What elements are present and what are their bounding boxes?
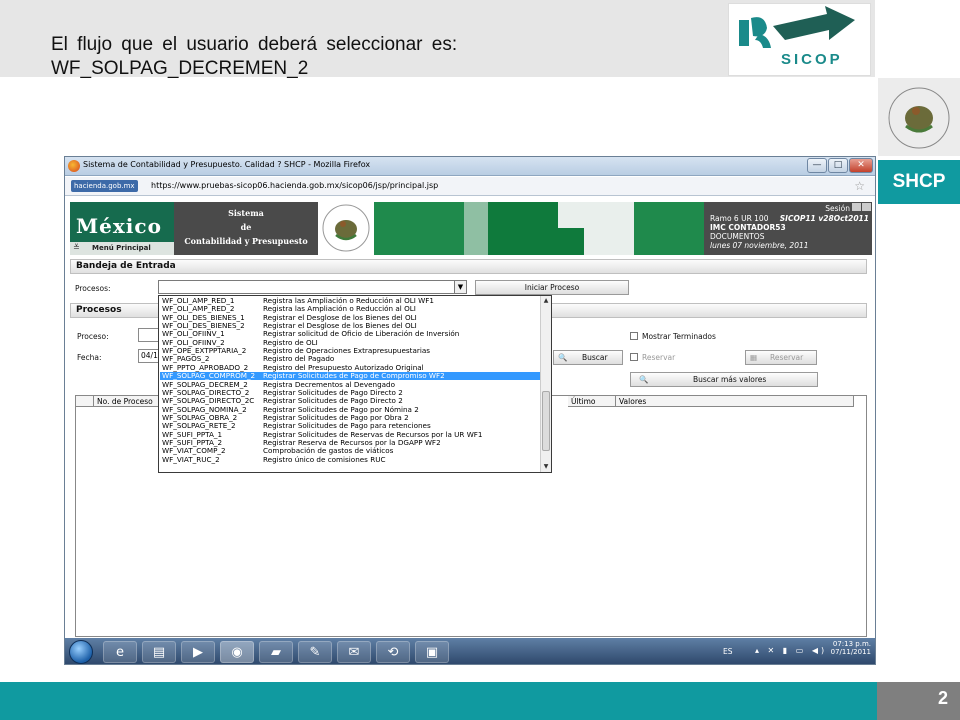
slide-title: El flujo que el usuario deberá seleccion… xyxy=(51,33,457,81)
site-identity-badge[interactable]: hacienda.gob.mx xyxy=(71,180,138,192)
reservar-button[interactable]: ▦ Reservar xyxy=(745,350,817,365)
search-icon: 🔍 xyxy=(639,375,649,384)
maximize-button[interactable]: □ xyxy=(828,158,848,173)
app-header: México ≚ Menú Principal Sistema de Conta… xyxy=(70,202,872,255)
slide-title-line2: WF_SOLPAG_DECREMEN_2 xyxy=(51,58,309,79)
session-ramo: Ramo 6 UR 100 xyxy=(710,214,769,223)
sicop-logo: SICOP xyxy=(728,3,871,76)
sicop-logo-text: SICOP xyxy=(781,51,843,68)
procesos-select[interactable]: ▼ xyxy=(158,280,467,294)
menu-principal-label: Menú Principal xyxy=(92,244,151,252)
session-module: DOCUMENTOS xyxy=(710,232,765,241)
mail-icon[interactable]: ✉ xyxy=(337,641,371,663)
language-indicator[interactable]: ES xyxy=(723,647,733,656)
session-label: Sesión xyxy=(825,204,850,213)
system-line1: Sistema xyxy=(228,208,264,218)
dropdown-option[interactable]: WF_VIAT_RUC_2 Registro único de comisione… xyxy=(160,454,540,464)
session-version: SICOP11 v28Oct2011 xyxy=(779,214,869,223)
tray-clock[interactable]: 07:13 p.m. 07/11/2011 xyxy=(831,640,871,656)
iniciar-proceso-button[interactable]: Iniciar Proceso xyxy=(475,280,629,295)
bandeja-section-header: Bandeja de Entrada xyxy=(70,259,867,274)
minimize-button[interactable]: — xyxy=(807,158,827,173)
fecha-label: Fecha: xyxy=(77,353,102,362)
chevron-down-icon: ≚ xyxy=(73,243,80,252)
tray-date: 07/11/2011 xyxy=(830,648,871,656)
session-help-icon[interactable] xyxy=(852,203,861,211)
close-button[interactable]: ✕ xyxy=(849,158,873,173)
reservar-check-label: Reservar xyxy=(642,353,676,362)
chevron-down-icon[interactable]: ▼ xyxy=(454,281,466,293)
buscar-mas-label: Buscar más valores xyxy=(693,375,767,384)
dropdown-option-desc: Registro único de comisiones RUC xyxy=(263,454,386,464)
scroll-up-icon[interactable]: ▲ xyxy=(541,296,551,306)
table-header-valores[interactable]: Valores xyxy=(616,396,854,407)
mostrar-terminados-label: Mostrar Terminados xyxy=(642,332,716,341)
dropdown-option-code: WF_SOLPAG_COMPROM_2 xyxy=(162,371,256,381)
dropdown-option-code: WF_VIAT_RUC_2 xyxy=(162,454,220,464)
buscar-mas-valores-button[interactable]: 🔍 Buscar más valores xyxy=(630,372,818,387)
header-seal xyxy=(318,202,374,255)
mostrar-terminados-checkbox[interactable] xyxy=(630,332,638,340)
search-icon: 🔍 xyxy=(558,353,568,362)
dropdown-option[interactable]: WF_OPE_EXTPPTARIA_2 Registro de Operacion… xyxy=(160,347,540,355)
slide-title-line1: El flujo que el usuario deberá seleccion… xyxy=(51,34,458,55)
page-number: 2 xyxy=(937,688,948,708)
session-date: lunes 07 noviembre, 2011 xyxy=(710,241,809,250)
procesos-dropdown-list[interactable]: WF_OLI_AMP_RED_1 Registra las Ampliación … xyxy=(158,295,552,473)
dropdown-option-desc: Registrar Solicitudes de Pago de Comprom… xyxy=(263,371,445,381)
proceso-label: Proceso: xyxy=(77,332,109,341)
table-header-select xyxy=(76,396,94,407)
dropdown-option-code: WF_SOLPAG_DIRECTO_2C xyxy=(162,396,255,406)
network-icon[interactable]: ⟲ xyxy=(376,641,410,663)
eagle-seal-icon xyxy=(322,204,370,252)
dropdown-option-desc: Registrar Solicitudes de Pago Directo 2 xyxy=(263,396,403,406)
scroll-down-icon[interactable]: ▼ xyxy=(541,462,551,472)
table-header-no-proceso[interactable]: No. de Proceso xyxy=(94,396,164,407)
firefox-icon xyxy=(68,160,80,172)
system-line3: Contabilidad y Presupuesto xyxy=(184,236,308,246)
bookmark-star-icon[interactable]: ☆ xyxy=(854,179,865,193)
windows-start-icon[interactable] xyxy=(69,640,93,664)
mexico-brand-block: México ≚ Menú Principal xyxy=(70,202,174,255)
notes-icon[interactable]: ✎ xyxy=(298,641,332,663)
windows-taskbar: e ▤ ▶ ◉ ▰ ✎ ✉ ⟲ ▣ ES ▴ ✕ ▮ ▭ ◀) 07:13 p.… xyxy=(65,638,875,664)
header-stripes xyxy=(374,202,704,255)
footer-bar xyxy=(0,682,877,720)
ie-icon[interactable]: e xyxy=(103,641,137,663)
system-line2: de xyxy=(240,222,252,232)
table-header-ultimo[interactable]: Último xyxy=(568,396,616,407)
firefox-icon[interactable]: ◉ xyxy=(220,641,254,663)
buscar-button-label: Buscar xyxy=(582,353,608,362)
browser-titlebar[interactable]: Sistema de Contabilidad y Presupuesto. C… xyxy=(65,157,875,176)
calculator-icon: ▦ xyxy=(750,353,758,362)
folder-icon[interactable]: ▰ xyxy=(259,641,293,663)
menu-principal[interactable]: ≚ Menú Principal xyxy=(70,242,174,255)
scroll-thumb[interactable] xyxy=(542,391,550,451)
dropdown-scrollbar[interactable]: ▲ ▼ xyxy=(540,296,551,472)
system-name-block: Sistema de Contabilidad y Presupuesto xyxy=(174,202,318,255)
media-icon[interactable]: ▶ xyxy=(181,641,215,663)
procesos-select-label: Procesos: xyxy=(75,284,111,293)
reservar-checkbox[interactable] xyxy=(630,353,638,361)
session-panel: Sesión Ramo 6 UR 100 SICOP11 v28Oct2011 … xyxy=(704,202,872,255)
address-bar[interactable]: hacienda.gob.mx https://www.pruebas-sico… xyxy=(65,177,875,196)
session-close-icon[interactable] xyxy=(862,203,871,211)
url-field[interactable]: https://www.pruebas-sicop06.hacienda.gob… xyxy=(151,181,438,190)
page-number-box: 2 xyxy=(877,682,960,720)
eagle-seal-icon xyxy=(888,87,950,149)
window-title: Sistema de Contabilidad y Presupuesto. C… xyxy=(83,160,371,169)
shcp-label: SHCP xyxy=(892,171,946,192)
session-user: IMC CONTADOR53 xyxy=(710,223,786,232)
tray-time: 07:13 p.m. xyxy=(832,640,871,648)
browser-window: Sistema de Contabilidad y Presupuesto. C… xyxy=(64,156,876,665)
mexico-seal xyxy=(878,78,960,156)
explorer-icon[interactable]: ▤ xyxy=(142,641,176,663)
reservar-button-label: Reservar xyxy=(770,353,804,362)
buscar-button[interactable]: 🔍 Buscar xyxy=(553,350,623,365)
shcp-badge: SHCP xyxy=(878,160,960,204)
tray-icons[interactable]: ▴ ✕ ▮ ▭ ◀) xyxy=(755,646,827,655)
brand-mexico: México xyxy=(76,214,162,238)
app-icon[interactable]: ▣ xyxy=(415,641,449,663)
